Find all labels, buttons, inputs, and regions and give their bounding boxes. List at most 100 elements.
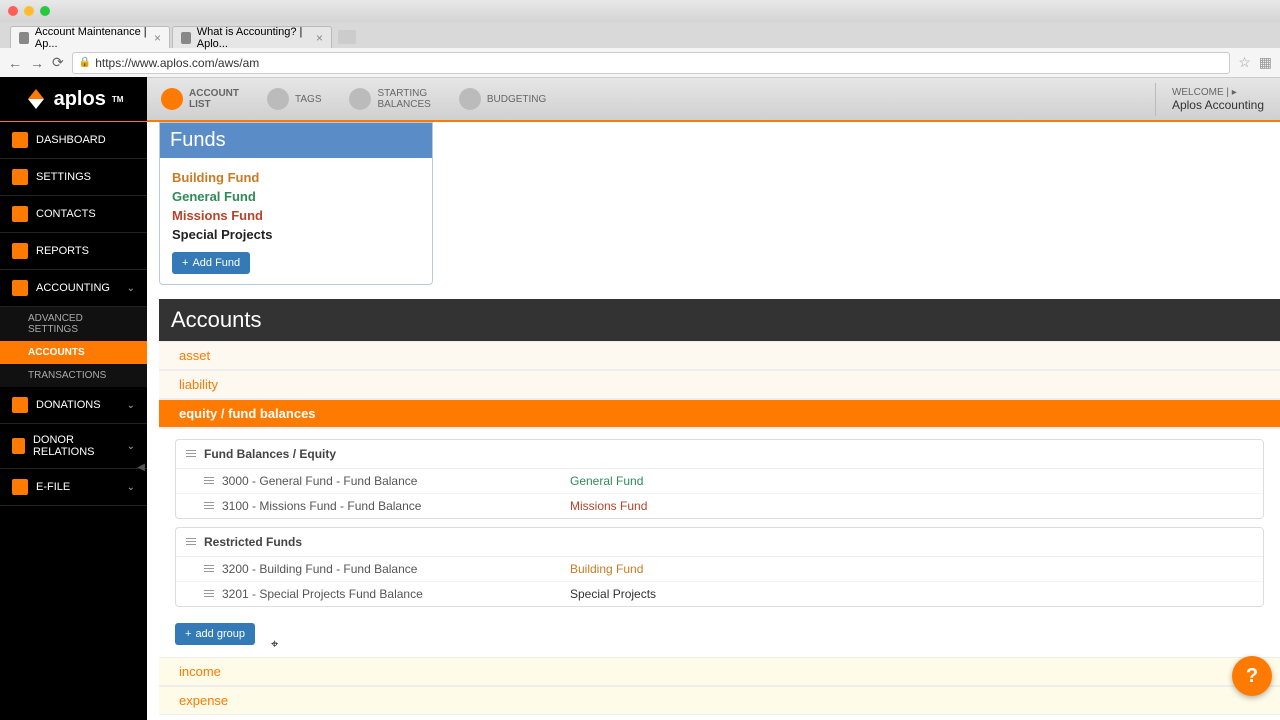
account-row[interactable]: 3000 - General Fund - Fund BalanceGenera… (176, 469, 1263, 494)
drag-handle-icon[interactable] (204, 590, 214, 598)
chevron-down-icon: ⌄ (127, 441, 135, 452)
window-zoom-dot[interactable] (40, 6, 50, 16)
help-button[interactable]: ? (1232, 656, 1272, 696)
sidebar-icon (12, 438, 25, 454)
sidebar-sub-advanced-settings[interactable]: ADVANCED SETTINGS (0, 307, 147, 341)
menu-icon[interactable]: ▦ (1259, 54, 1272, 71)
browser-tab-1[interactable]: What is Accounting? | Aplo... × (172, 26, 332, 48)
category-expense[interactable]: expense (159, 686, 1280, 715)
account-row[interactable]: 3201 - Special Projects Fund BalanceSpec… (176, 582, 1263, 606)
plus-icon: + (182, 257, 188, 269)
sidebar-label: E-FILE (36, 481, 70, 493)
accounts-header: Accounts (159, 299, 1280, 341)
main-layout: DASHBOARD SETTINGS CONTACTS REPORTS ACCOUNTI… (0, 122, 1280, 720)
tab-close-icon[interactable]: × (154, 31, 161, 45)
topnav-label: TAGS (295, 94, 321, 105)
category-asset[interactable]: asset (159, 341, 1280, 370)
drag-handle-icon[interactable] (204, 477, 214, 485)
welcome-label: WELCOME | (1172, 87, 1229, 98)
gauge-icon (349, 88, 371, 110)
fund-link-building-fund[interactable]: Building Fund (172, 168, 420, 187)
drag-handle-icon[interactable] (204, 565, 214, 573)
sidebar-item-donations[interactable]: DONATIONS⌄ (0, 387, 147, 424)
account-group-header[interactable]: Fund Balances / Equity (176, 440, 1263, 469)
sidebar-icon (12, 206, 28, 222)
pie-chart-icon (161, 88, 183, 110)
browser-tab-bar: Account Maintenance | Ap... × What is Ac… (0, 22, 1280, 48)
url-text: https://www.aplos.com/aws/am (95, 56, 259, 70)
add-fund-button[interactable]: + Add Fund (172, 252, 250, 274)
welcome-box[interactable]: WELCOME | ▸ Aplos Accounting (1155, 83, 1280, 116)
account-name: 3200 - Building Fund - Fund Balance (222, 562, 562, 576)
add-fund-label: Add Fund (192, 257, 240, 269)
topnav-budgeting[interactable]: BUDGETING (445, 88, 560, 110)
drag-handle-icon[interactable] (186, 450, 196, 458)
sidebar-item-contacts[interactable]: CONTACTS (0, 196, 147, 233)
sidebar-item-accounting[interactable]: ACCOUNTING⌄ (0, 270, 147, 307)
fund-link-special-projects[interactable]: Special Projects (172, 225, 420, 244)
sidebar-label: DASHBOARD (36, 134, 106, 146)
forward-button[interactable]: → (30, 55, 44, 71)
sidebar-sub-transactions[interactable]: TRANSACTIONS (0, 364, 147, 387)
account-fund: Building Fund (570, 562, 643, 576)
favicon-icon (181, 32, 191, 44)
account-row[interactable]: 3200 - Building Fund - Fund Balance Build… (176, 557, 1263, 582)
topnav-account-list[interactable]: ACCOUNT LIST (147, 88, 253, 110)
sidebar-label: REPORTS (36, 245, 89, 257)
sidebar-label: SETTINGS (36, 171, 91, 183)
add-group-button[interactable]: + add group (175, 623, 255, 645)
aplos-logo: aplos TM (24, 87, 124, 111)
tab-title: What is Accounting? | Aplo... (197, 26, 310, 50)
window-close-dot[interactable] (8, 6, 18, 16)
back-button[interactable]: ← (8, 55, 22, 71)
group-title: Fund Balances / Equity (204, 447, 336, 461)
fund-link-general-fund[interactable]: General Fund (172, 187, 420, 206)
tab-title: Account Maintenance | Ap... (35, 26, 148, 50)
welcome-caret: ▸ (1232, 87, 1237, 98)
account-name: 3100 - Missions Fund - Fund Balance (222, 499, 562, 513)
topnav-tags[interactable]: TAGS (253, 88, 335, 110)
app-name: Aplos Accounting (1172, 98, 1264, 112)
sidebar-item-reports[interactable]: REPORTS (0, 233, 147, 270)
reload-button[interactable]: ⟳ (52, 54, 64, 71)
calculator-icon (459, 88, 481, 110)
funds-panel: Funds Building FundGeneral FundMissions … (159, 122, 433, 285)
category-liability[interactable]: liability (159, 370, 1280, 399)
add-group-label: add group (195, 628, 245, 640)
sidebar-item-e-file[interactable]: E-FILE ⌄ (0, 469, 147, 506)
plus-icon: + (185, 628, 191, 640)
tab-close-icon[interactable]: × (316, 31, 323, 45)
sidebar-label: DONOR RELATIONS (33, 434, 119, 458)
sidebar-label: DONATIONS (36, 399, 101, 411)
logo-mark-icon (24, 87, 48, 111)
drag-handle-icon[interactable] (204, 502, 214, 510)
sidebar-sub-accounts[interactable]: ACCOUNTS (0, 341, 147, 364)
chevron-down-icon: ⌄ (127, 482, 135, 493)
account-fund: Missions Fund (570, 499, 647, 513)
sidebar-item-donor-relations[interactable]: DONOR RELATIONS ⌄ (0, 424, 147, 469)
tag-icon (267, 88, 289, 110)
new-tab-button[interactable] (338, 30, 356, 44)
equity-body: Fund Balances / Equity 3000 - General Fun… (159, 428, 1280, 657)
window-min-dot[interactable] (24, 6, 34, 16)
drag-handle-icon[interactable] (186, 538, 196, 546)
sidebar-icon (12, 169, 28, 185)
fund-link-missions-fund[interactable]: Missions Fund (172, 206, 420, 225)
sidebar: DASHBOARD SETTINGS CONTACTS REPORTS ACCOUNTI… (0, 122, 147, 720)
topnav-starting-balances[interactable]: STARTING BALANCES (335, 88, 444, 110)
bookmark-star-icon[interactable]: ☆ (1238, 54, 1251, 71)
browser-tab-0[interactable]: Account Maintenance | Ap... × (10, 26, 170, 48)
url-input[interactable]: 🔒 https://www.aplos.com/aws/am (72, 52, 1230, 74)
sidebar-icon (12, 243, 28, 259)
account-group-header[interactable]: Restricted Funds (176, 528, 1263, 557)
sidebar-collapse-icon[interactable]: ◀ (137, 462, 145, 473)
funds-header: Funds (160, 123, 432, 158)
logo-area[interactable]: aplos TM (0, 77, 147, 121)
category-income[interactable]: income (159, 657, 1280, 686)
logo-text: aplos (54, 88, 106, 111)
sidebar-item-settings[interactable]: SETTINGS (0, 159, 147, 196)
category-equity[interactable]: equity / fund balances (159, 399, 1280, 428)
macos-titlebar (0, 0, 1280, 22)
account-row[interactable]: 3100 - Missions Fund - Fund Balance Missi… (176, 494, 1263, 518)
sidebar-item-dashboard[interactable]: DASHBOARD (0, 122, 147, 159)
